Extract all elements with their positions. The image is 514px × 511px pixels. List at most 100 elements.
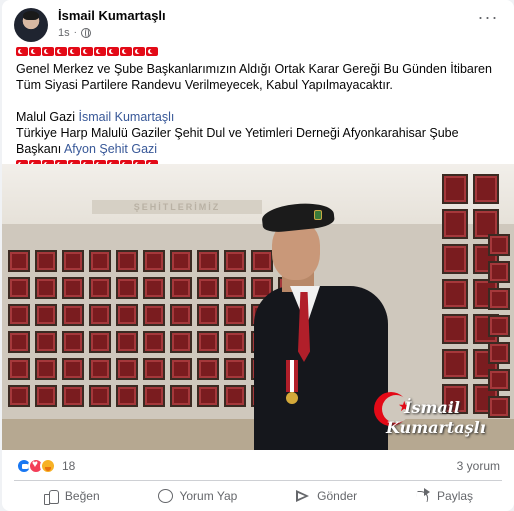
post-paragraph: Genel Merkez ve Şube Başkanlarımızın Ald…	[16, 62, 492, 92]
turkish-flag-icon	[16, 47, 28, 56]
jacket	[254, 286, 388, 450]
turkish-flag-icon	[29, 47, 41, 56]
like-label: Beğen	[64, 489, 100, 503]
beret	[260, 200, 336, 234]
author-name[interactable]: İsmail Kumartaşlı	[58, 8, 166, 24]
portrait-frame	[35, 358, 57, 380]
portrait-frame	[197, 358, 219, 380]
portrait-frame	[62, 385, 84, 407]
portrait-frame	[116, 304, 138, 326]
portrait-frame	[488, 288, 510, 310]
portrait-frame	[89, 304, 111, 326]
portrait-frame	[442, 314, 468, 344]
avatar[interactable]	[14, 8, 48, 42]
portrait-frame	[170, 385, 192, 407]
medal	[286, 392, 298, 404]
portrait-frame	[8, 304, 30, 326]
reaction-count[interactable]: 18	[62, 459, 75, 473]
portrait-frame	[442, 279, 468, 309]
veteran-figure	[240, 200, 390, 450]
flag-row-top	[16, 46, 496, 58]
turkish-flag-icon	[146, 47, 158, 56]
send-button[interactable]: Gönder	[285, 484, 367, 508]
post-card: İsmail Kumartaşlı 1s · ··· Genel Merkez …	[2, 0, 514, 511]
comment-icon	[157, 488, 174, 504]
care-reaction-icon	[40, 458, 56, 474]
turkish-flag-icon	[42, 47, 54, 56]
mention-link[interactable]: İsmail Kumartaşlı	[79, 110, 175, 124]
turkish-flag-icon	[81, 47, 93, 56]
thumbs-up-icon	[43, 488, 59, 505]
portrait-frame	[116, 358, 138, 380]
post-photo[interactable]: ŞEHİTLERİMİZ ★ İsmail Kumartaşlı	[2, 164, 514, 450]
portrait-frame	[488, 261, 510, 283]
share-label: Paylaş	[437, 489, 474, 503]
portrait-frame	[442, 209, 468, 239]
reactions-summary[interactable]: 18	[16, 458, 75, 474]
divider	[14, 480, 502, 481]
portrait-frame	[197, 250, 219, 272]
beret-badge-icon	[314, 210, 322, 220]
portrait-frame	[488, 234, 510, 256]
portrait-frame	[197, 277, 219, 299]
portrait-frame	[442, 349, 468, 379]
portrait-frame	[170, 331, 192, 353]
portrait-frame	[197, 304, 219, 326]
portrait-frame	[488, 369, 510, 391]
portrait-frame	[442, 244, 468, 274]
portrait-frame	[62, 358, 84, 380]
turkish-flag-icon	[55, 47, 67, 56]
watermark-line-1: İsmail	[404, 398, 460, 417]
turkish-flag-icon	[94, 47, 106, 56]
comment-count[interactable]: 3 yorum	[457, 459, 500, 473]
turkish-flag-icon	[107, 47, 119, 56]
portrait-frame	[143, 385, 165, 407]
send-icon	[295, 488, 311, 504]
portrait-frame	[143, 250, 165, 272]
portrait-frame	[8, 250, 30, 272]
portrait-frame	[35, 385, 57, 407]
portrait-frame	[35, 304, 57, 326]
turkish-flag-icon	[133, 47, 145, 56]
portrait-frame	[170, 250, 192, 272]
post-time[interactable]: 1s	[58, 26, 70, 40]
page-link[interactable]: Afyon Şehit Gazi	[64, 142, 157, 156]
action-bar: Beğen Yorum Yap Gönder Paylaş	[14, 484, 502, 508]
share-icon	[415, 488, 431, 504]
portrait-frame	[62, 250, 84, 272]
portrait-frame	[116, 250, 138, 272]
wall-sign: ŞEHİTLERİMİZ	[92, 200, 262, 214]
signature-watermark: ★ İsmail Kumartaşlı	[374, 392, 486, 446]
portrait-frame	[116, 385, 138, 407]
portrait-frame	[116, 277, 138, 299]
portrait-frame	[143, 358, 165, 380]
portrait-frame	[170, 304, 192, 326]
like-button[interactable]: Beğen	[33, 484, 110, 508]
portrait-frame	[89, 358, 111, 380]
portrait-frame	[488, 342, 510, 364]
portrait-frame	[89, 250, 111, 272]
title-line: Türkiye Harp Malulü Gaziler Şehit Dul ve…	[16, 125, 496, 157]
comment-label: Yorum Yap	[179, 489, 238, 503]
portrait-frame	[197, 331, 219, 353]
portrait-frame	[488, 396, 510, 418]
portrait-frame	[8, 385, 30, 407]
share-button[interactable]: Paylaş	[405, 484, 483, 508]
globe-icon[interactable]	[80, 28, 91, 38]
portrait-frame	[8, 331, 30, 353]
portrait-frame	[170, 358, 192, 380]
portrait-frame	[143, 331, 165, 353]
turkish-flag-icon	[120, 47, 132, 56]
more-options-button[interactable]: ···	[476, 8, 500, 30]
portrait-frame	[89, 331, 111, 353]
portrait-grid-far-right	[488, 234, 510, 418]
post-text: Genel Merkez ve Şube Başkanlarımızın Ald…	[16, 46, 496, 171]
portrait-frame	[35, 331, 57, 353]
comment-button[interactable]: Yorum Yap	[147, 484, 247, 508]
post-header: İsmail Kumartaşlı 1s · ···	[14, 8, 504, 42]
portrait-frame	[170, 277, 192, 299]
portrait-frame	[89, 385, 111, 407]
portrait-frame	[442, 174, 468, 204]
portrait-frame	[143, 304, 165, 326]
portrait-frame	[143, 277, 165, 299]
